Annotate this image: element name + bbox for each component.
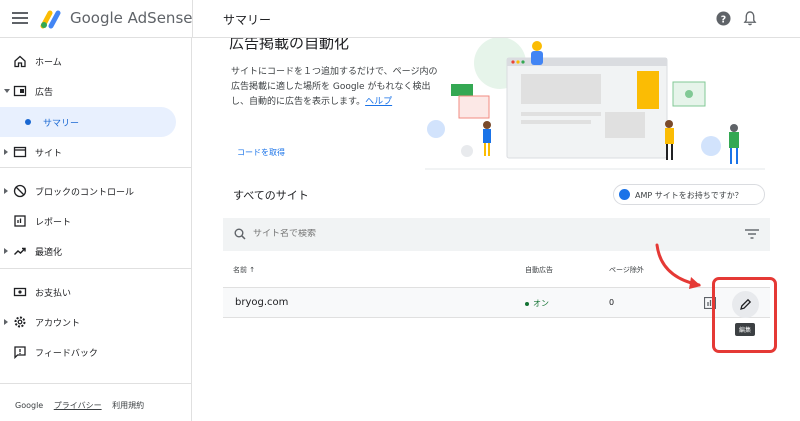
main-content: 広告掲載の自動化 サイトにコードを１つ追加するだけで、ページ内の広告掲載に適した…: [193, 34, 800, 421]
search-input[interactable]: [253, 229, 553, 239]
get-code-link[interactable]: コードを取得: [237, 147, 285, 158]
sidebar-item-feedback[interactable]: フィードバック: [0, 337, 192, 367]
active-dot-icon: [25, 119, 31, 125]
amp-button-label: AMP サイトをお持ちですか？: [635, 191, 743, 200]
hero-text: サイトにコードを１つ追加するだけで、ページ内の広告掲載に適した場所を Googl…: [231, 67, 438, 107]
header-divider: [192, 0, 193, 38]
privacy-link[interactable]: プライバシー: [54, 401, 102, 410]
sidebar-item-label: サイト: [35, 149, 63, 159]
chevron-down-icon: [4, 89, 10, 93]
chevron-right-icon: [4, 149, 8, 155]
adsense-logo: [40, 10, 61, 29]
sidebar-item-sites[interactable]: サイト: [0, 137, 192, 167]
top-app-bar: Google AdSense サマリー ?: [0, 0, 800, 38]
column-header-excluded: ページ除外: [609, 266, 644, 274]
filter-icon[interactable]: [745, 229, 759, 239]
search-icon: [234, 228, 246, 240]
sidebar-item-label: フィードバック: [35, 349, 98, 359]
sites-icon: [13, 146, 27, 158]
column-header-auto-ads: 自動広告: [525, 266, 553, 274]
status-label: オン: [533, 299, 549, 308]
ads-icon: [13, 85, 27, 97]
page-title: サマリー: [223, 13, 272, 27]
amp-bolt-icon: [619, 189, 630, 200]
sidebar-item-label: 広告: [35, 88, 54, 98]
auto-ads-status: オン: [525, 298, 549, 309]
sidebar-divider: [0, 167, 192, 168]
annotation-highlight-box: [712, 277, 777, 353]
hero-description: サイトにコードを１つ追加するだけで、ページ内の広告掲載に適した場所を Googl…: [231, 65, 441, 110]
svg-text:?: ?: [721, 14, 726, 25]
menu-icon[interactable]: [12, 12, 28, 26]
gear-icon: [14, 316, 26, 328]
sidebar-item-ads[interactable]: 広告: [0, 76, 192, 106]
chevron-right-icon: [4, 319, 8, 325]
sidebar-item-label: アカウント: [35, 319, 81, 329]
sidebar-item-label: サマリー: [43, 119, 80, 129]
terms-link[interactable]: 利用規約: [112, 401, 144, 410]
sidebar-item-label: レポート: [35, 218, 72, 228]
report-icon: [14, 215, 26, 227]
sidebar-divider: [0, 268, 192, 269]
sidebar-item-payments[interactable]: お支払い: [0, 277, 192, 307]
sidebar-item-label: 最適化: [35, 248, 63, 258]
chevron-right-icon: [4, 188, 8, 194]
sidebar-item-account[interactable]: アカウント: [0, 307, 192, 337]
home-icon: [14, 55, 26, 68]
annotation-arrow-icon: [655, 243, 701, 289]
payments-icon: [13, 287, 27, 297]
sidebar-item-blocking-controls[interactable]: ブロックのコントロール: [0, 176, 192, 206]
sidebar-item-optimization[interactable]: 最適化: [0, 236, 192, 266]
status-dot-icon: [525, 301, 529, 306]
notifications-bell-icon[interactable]: [743, 11, 757, 26]
sidebar-item-reports[interactable]: レポート: [0, 206, 192, 236]
amp-sites-button[interactable]: AMP サイトをお持ちですか？: [613, 184, 765, 205]
block-icon: [13, 184, 27, 198]
all-sites-heading: すべてのサイト: [233, 189, 309, 202]
excluded-pages-count: 0: [609, 298, 615, 307]
footer-google: Google: [15, 401, 44, 410]
feedback-icon: [14, 346, 26, 359]
sidebar-nav: ホーム 広告 サマリー サイト ブロックのコントロール レポート 最適化 お支払…: [0, 38, 192, 421]
site-name: bryog.com: [235, 297, 289, 308]
chevron-right-icon: [4, 248, 8, 254]
sidebar-item-label: お支払い: [35, 289, 72, 299]
sidebar-item-home[interactable]: ホーム: [0, 46, 192, 76]
help-icon[interactable]: ?: [716, 11, 731, 26]
brand-name: Google AdSense: [70, 9, 193, 27]
sidebar-footer: Google プライバシー 利用規約: [15, 400, 152, 411]
sidebar-item-label: ブロックのコントロール: [35, 188, 135, 198]
column-header-name[interactable]: 名前 ↑: [233, 265, 255, 275]
table-row[interactable]: bryog.com オン 0: [223, 287, 770, 318]
trending-up-icon: [14, 247, 26, 255]
sidebar-item-summary[interactable]: サマリー: [0, 107, 176, 137]
sidebar-item-label: ホーム: [35, 58, 62, 68]
help-link[interactable]: ヘルプ: [365, 97, 392, 107]
sidebar-divider: [0, 383, 192, 384]
hero-illustration: [425, 38, 765, 170]
